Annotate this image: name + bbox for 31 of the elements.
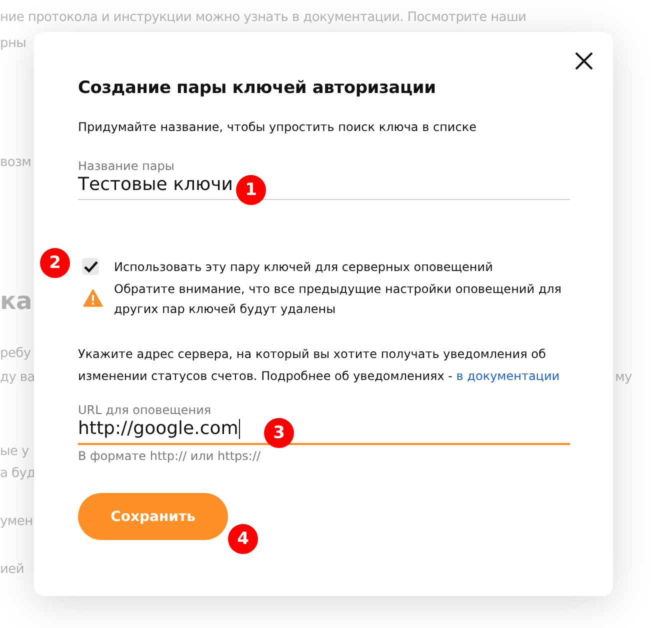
background-heading: ка [0, 287, 32, 315]
checkbox-label: Использовать эту пару ключей для серверных оповещений [114, 260, 493, 274]
warning-text: Обратите внимание, что все предыдущие настройки оповещений для других пар ключей будут удалены [114, 281, 563, 318]
background-text: ду ва [0, 370, 35, 385]
warning-icon [83, 289, 103, 307]
documentation-link[interactable]: в документации [456, 369, 560, 383]
text-cursor [239, 419, 240, 439]
field-value: Тестовые ключи [78, 174, 233, 196]
annotation-badge: 4 [228, 524, 258, 554]
background-text: а буд [0, 466, 36, 481]
close-button[interactable] [573, 50, 595, 72]
background-text: умен [0, 514, 33, 529]
checkbox[interactable] [82, 258, 99, 275]
annotation-badge: 1 [236, 175, 266, 205]
background-text: возм [0, 155, 32, 170]
close-icon [575, 52, 593, 70]
field-value: http://google.com [78, 418, 238, 440]
background-text: ые у [0, 444, 29, 459]
background-text: ние протокола и инструкции можно узнать в документации. Посмотрите наши [0, 10, 526, 25]
field-label: URL для оповещения [78, 403, 212, 417]
background-text: му [615, 370, 632, 385]
info-text: Укажите адрес сервера, на который вы хотите получать уведомления об изменении статусов счетов. Подробнее об уведомлениях - в документации [78, 346, 561, 385]
dialog-subtitle: Придумайте название, чтобы упростить поиск ключа в списке [78, 119, 478, 135]
annotation-badge: 2 [40, 248, 70, 278]
field-label: Название пары [78, 159, 176, 173]
background-text: ребу [0, 346, 31, 361]
dialog-title: Создание пары ключей авторизации [78, 77, 437, 100]
annotation-badge: 3 [264, 418, 294, 448]
background-text: ией [0, 562, 24, 577]
background-text: рны [0, 36, 26, 51]
field-hint: В формате http:// или https:// [78, 449, 262, 463]
